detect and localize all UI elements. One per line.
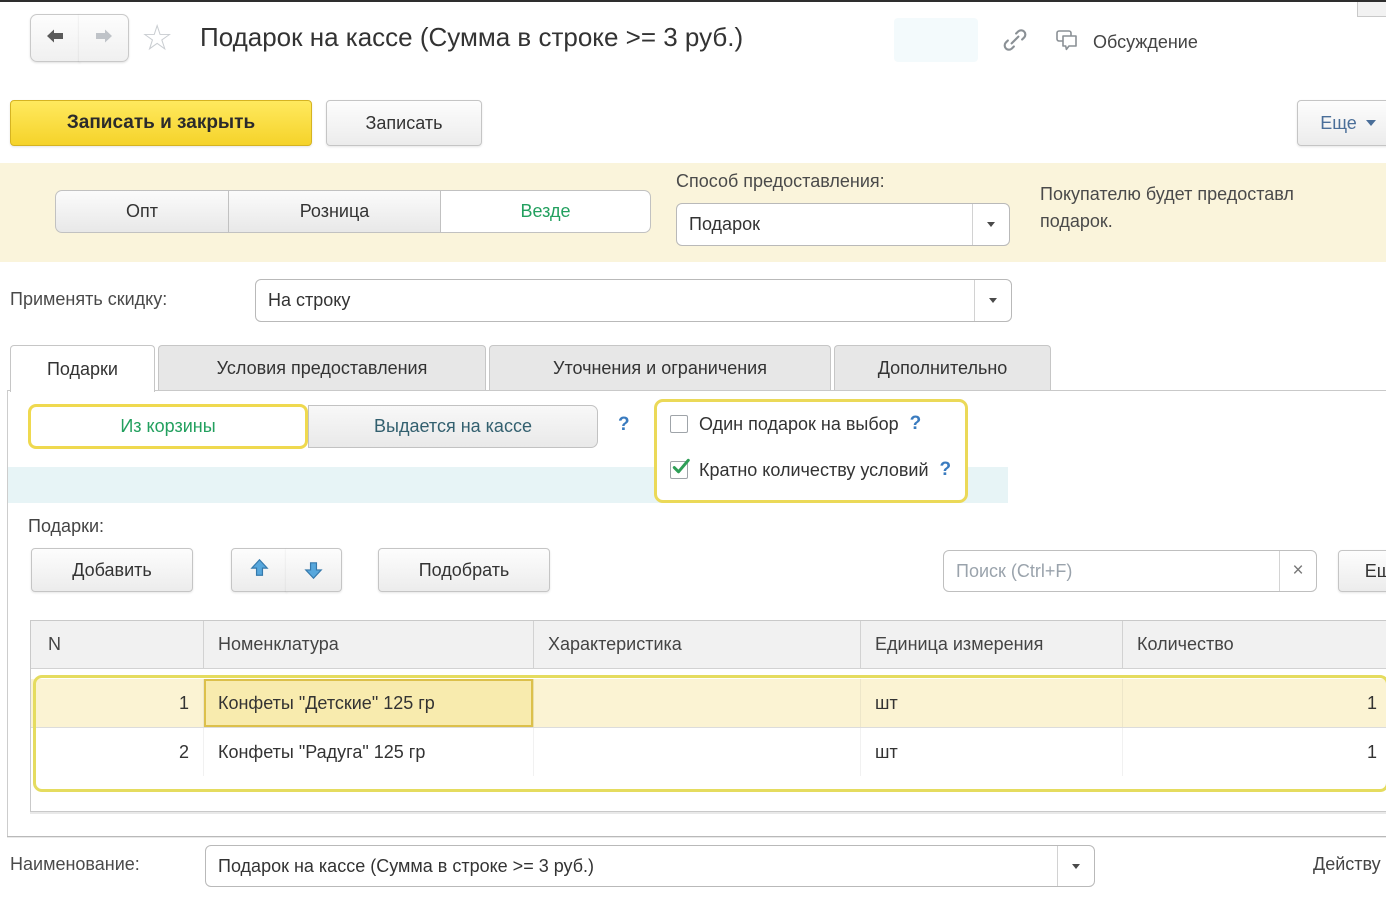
provision-method-select[interactable]: Подарок [676, 203, 1010, 246]
column-header-n[interactable]: N [31, 621, 204, 668]
move-down-button[interactable] [286, 548, 342, 592]
more-button-table[interactable]: Еще [1338, 550, 1386, 592]
gifts-table: N Номенклатура Характеристика Единица из… [30, 620, 1386, 812]
more-button-label: Еще [1320, 113, 1357, 134]
panel-bottom-border [7, 836, 1386, 837]
cell-unit[interactable]: шт [861, 679, 1123, 727]
discussion-icon [1053, 26, 1081, 59]
form-window: ☆ Подарок на кассе (Сумма в строке >= 3 … [0, 0, 1386, 900]
search-box: × [943, 550, 1317, 592]
header-highlight [894, 18, 978, 62]
cell-characteristic[interactable] [534, 728, 861, 776]
cell-nomenclature[interactable]: Конфеты "Радуга" 125 гр [204, 728, 534, 776]
save-and-close-button[interactable]: Записать и закрыть [10, 100, 312, 146]
option-label: Кратно количеству условий [699, 460, 929, 481]
table-row[interactable]: 1 Конфеты "Детские" 125 гр шт 1 [31, 679, 1386, 728]
cell-quantity[interactable]: 1 [1123, 728, 1386, 776]
cell-n[interactable]: 1 [31, 679, 204, 727]
toggle-issued-at-checkout[interactable]: Выдается на кассе [308, 405, 598, 448]
discussion-button[interactable]: Обсуждение [1053, 26, 1198, 59]
cell-characteristic[interactable] [534, 679, 861, 727]
provision-hint-line2: подарок. [1040, 208, 1386, 235]
toggle-from-cart[interactable]: Из корзины [28, 404, 308, 449]
back-button[interactable] [30, 14, 80, 62]
star-icon: ☆ [141, 17, 173, 58]
apply-discount-label: Применять скидку: [10, 289, 167, 310]
segment-vezde[interactable]: Везде [441, 190, 651, 233]
validity-label: Действу [1313, 854, 1381, 875]
pick-button[interactable]: Подобрать [378, 548, 550, 592]
column-header-quantity[interactable]: Количество [1123, 621, 1386, 668]
table-header-row: N Номенклатура Характеристика Единица из… [31, 621, 1386, 669]
forward-button[interactable] [79, 14, 129, 62]
checked-checkbox [670, 461, 688, 479]
cell-unit[interactable]: шт [861, 728, 1123, 776]
tab-gifts[interactable]: Подарки [10, 345, 155, 392]
forward-arrow-icon [93, 28, 115, 49]
link-icon [1000, 42, 1030, 59]
down-arrow-icon [304, 561, 323, 580]
apply-discount-value: На строку [256, 280, 974, 321]
caret-down-icon [1366, 120, 1376, 126]
provision-hint: Покупателю будет предоставл подарок. [1040, 181, 1386, 235]
provision-method-label: Способ предоставления: [676, 171, 885, 192]
option-multiple-of-conditions[interactable]: Кратно количеству условий ? [670, 459, 951, 481]
unchecked-checkbox [670, 415, 688, 433]
help-icon[interactable]: ? [910, 413, 922, 435]
table-row[interactable]: 2 Конфеты "Радуга" 125 гр шт 1 [31, 728, 1386, 776]
check-icon [672, 459, 690, 475]
dropdown-arrow-icon [989, 298, 997, 303]
column-header-unit[interactable]: Единица измерения [861, 621, 1123, 668]
panel-top-border [7, 390, 1386, 391]
option-single-gift[interactable]: Один подарок на выбор ? [670, 413, 921, 435]
more-button-top[interactable]: Еще [1297, 100, 1386, 146]
move-up-button[interactable] [231, 548, 287, 592]
tab-conditions[interactable]: Условия предоставления [158, 345, 486, 390]
favorite-star-button[interactable]: ☆ [141, 16, 173, 60]
toggle-help-button[interactable]: ? [618, 414, 630, 436]
discussion-label: Обсуждение [1093, 32, 1198, 53]
dropdown-arrow-icon [1072, 864, 1080, 869]
segment-roznitsa[interactable]: Розница [229, 190, 441, 233]
top-edge-line [0, 0, 1386, 2]
dropdown-button[interactable] [1057, 846, 1094, 886]
help-icon[interactable]: ? [940, 459, 952, 481]
name-select[interactable]: Подарок на кассе (Сумма в строке >= 3 ру… [205, 845, 1095, 887]
save-button[interactable]: Записать [326, 100, 482, 146]
column-header-nomenclature[interactable]: Номенклатура [204, 621, 534, 668]
name-label: Наименование: [10, 854, 140, 875]
search-input[interactable] [944, 551, 1279, 591]
add-button[interactable]: Добавить [31, 548, 193, 592]
window-edge-fragment [1357, 2, 1386, 17]
tab-clarifications[interactable]: Уточнения и ограничения [489, 345, 831, 390]
dropdown-button[interactable] [972, 204, 1009, 245]
up-arrow-icon [250, 558, 269, 582]
cell-n[interactable]: 2 [31, 728, 204, 776]
panel-left-border [7, 390, 8, 837]
provision-hint-line1: Покупателю будет предоставл [1040, 181, 1386, 208]
provision-method-value: Подарок [677, 204, 972, 245]
gifts-section-label: Подарки: [28, 516, 104, 537]
search-clear-button[interactable]: × [1279, 551, 1316, 591]
page-title: Подарок на кассе (Сумма в строке >= 3 ру… [200, 22, 743, 53]
dropdown-button[interactable] [974, 280, 1011, 321]
tab-additional[interactable]: Дополнительно [834, 345, 1051, 390]
name-value: Подарок на кассе (Сумма в строке >= 3 ру… [206, 846, 1057, 886]
apply-discount-select[interactable]: На строку [255, 279, 1012, 322]
back-arrow-icon [44, 28, 66, 49]
column-header-characteristic[interactable]: Характеристика [534, 621, 861, 668]
cell-nomenclature[interactable]: Конфеты "Детские" 125 гр [204, 679, 534, 727]
option-label: Один подарок на выбор [699, 414, 899, 435]
segment-opt[interactable]: Опт [55, 190, 229, 233]
dropdown-arrow-icon [987, 222, 995, 227]
cell-quantity[interactable]: 1 [1123, 679, 1386, 727]
copy-link-button[interactable] [1000, 25, 1030, 60]
gift-options-group: Один подарок на выбор ? Кратно количеств… [654, 399, 968, 503]
